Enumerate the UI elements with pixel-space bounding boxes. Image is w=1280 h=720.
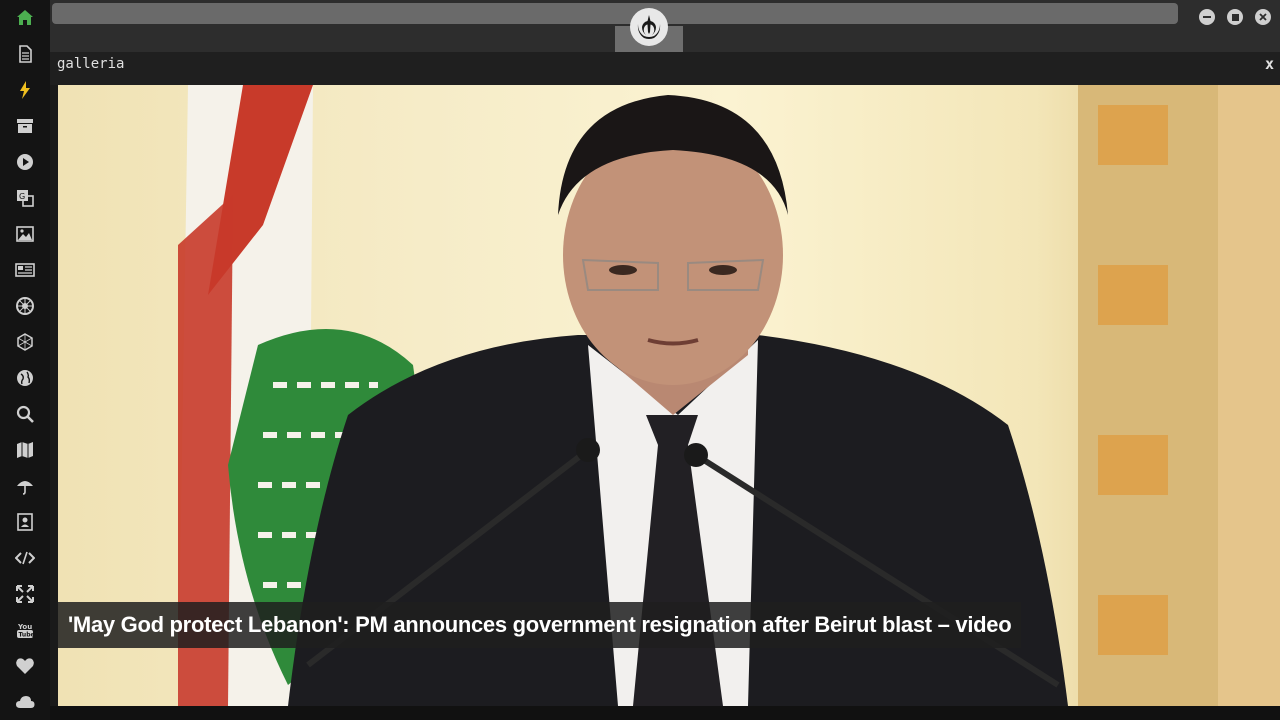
cloud-icon[interactable] <box>13 690 37 714</box>
empire-icon[interactable] <box>13 294 37 318</box>
search-icon[interactable] <box>13 402 37 426</box>
play-icon[interactable] <box>13 150 37 174</box>
contact-card-icon[interactable] <box>13 510 37 534</box>
hexagon-icon[interactable] <box>13 330 37 354</box>
newspaper-icon[interactable] <box>13 258 37 282</box>
heart-icon[interactable] <box>13 654 37 678</box>
gallery-header: galleria x <box>50 52 1280 85</box>
svg-text:Tube: Tube <box>19 632 35 639</box>
gallery-title: galleria <box>57 56 125 72</box>
gallery-close-button[interactable]: x <box>1265 55 1274 73</box>
map-icon[interactable] <box>13 438 37 462</box>
youtube-icon[interactable]: You Tube <box>13 618 37 642</box>
svg-text:G: G <box>19 192 25 201</box>
image-icon[interactable] <box>13 222 37 246</box>
svg-text:You: You <box>17 623 32 631</box>
sidebar: G You Tube <box>0 0 50 720</box>
umbrella-icon[interactable] <box>13 474 37 498</box>
expand-icon[interactable] <box>13 582 37 606</box>
rebel-alliance-logo-icon[interactable] <box>630 8 668 46</box>
home-icon[interactable] <box>13 6 37 30</box>
document-icon[interactable] <box>13 42 37 66</box>
close-window-button[interactable] <box>1255 9 1271 25</box>
maximize-button[interactable] <box>1227 9 1243 25</box>
globe-icon[interactable] <box>13 366 37 390</box>
photo-caption: 'May God protect Lebanon': PM announces … <box>58 602 1022 648</box>
bottom-bar <box>50 706 1280 720</box>
archive-icon[interactable] <box>13 114 37 138</box>
address-bar[interactable] <box>52 3 1178 24</box>
lightning-icon[interactable] <box>13 78 37 102</box>
code-icon[interactable] <box>13 546 37 570</box>
minimize-button[interactable] <box>1199 9 1215 25</box>
translate-icon[interactable]: G <box>13 186 37 210</box>
